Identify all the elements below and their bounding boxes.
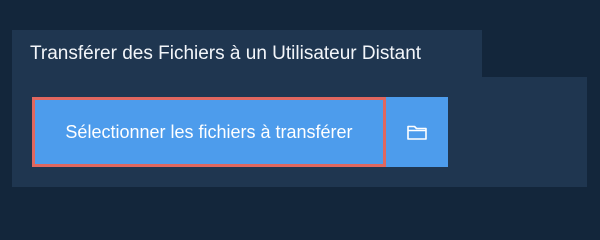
page-title: Transférer des Fichiers à un Utilisateur…	[30, 42, 422, 64]
select-files-label: Sélectionner les fichiers à transférer	[65, 121, 353, 142]
browse-folder-button[interactable]	[386, 97, 448, 167]
transfer-panel-title: Transférer des Fichiers à un Utilisateur…	[12, 30, 482, 77]
folder-icon	[406, 123, 428, 141]
select-files-button[interactable]: Sélectionner les fichiers à transférer	[32, 97, 386, 167]
